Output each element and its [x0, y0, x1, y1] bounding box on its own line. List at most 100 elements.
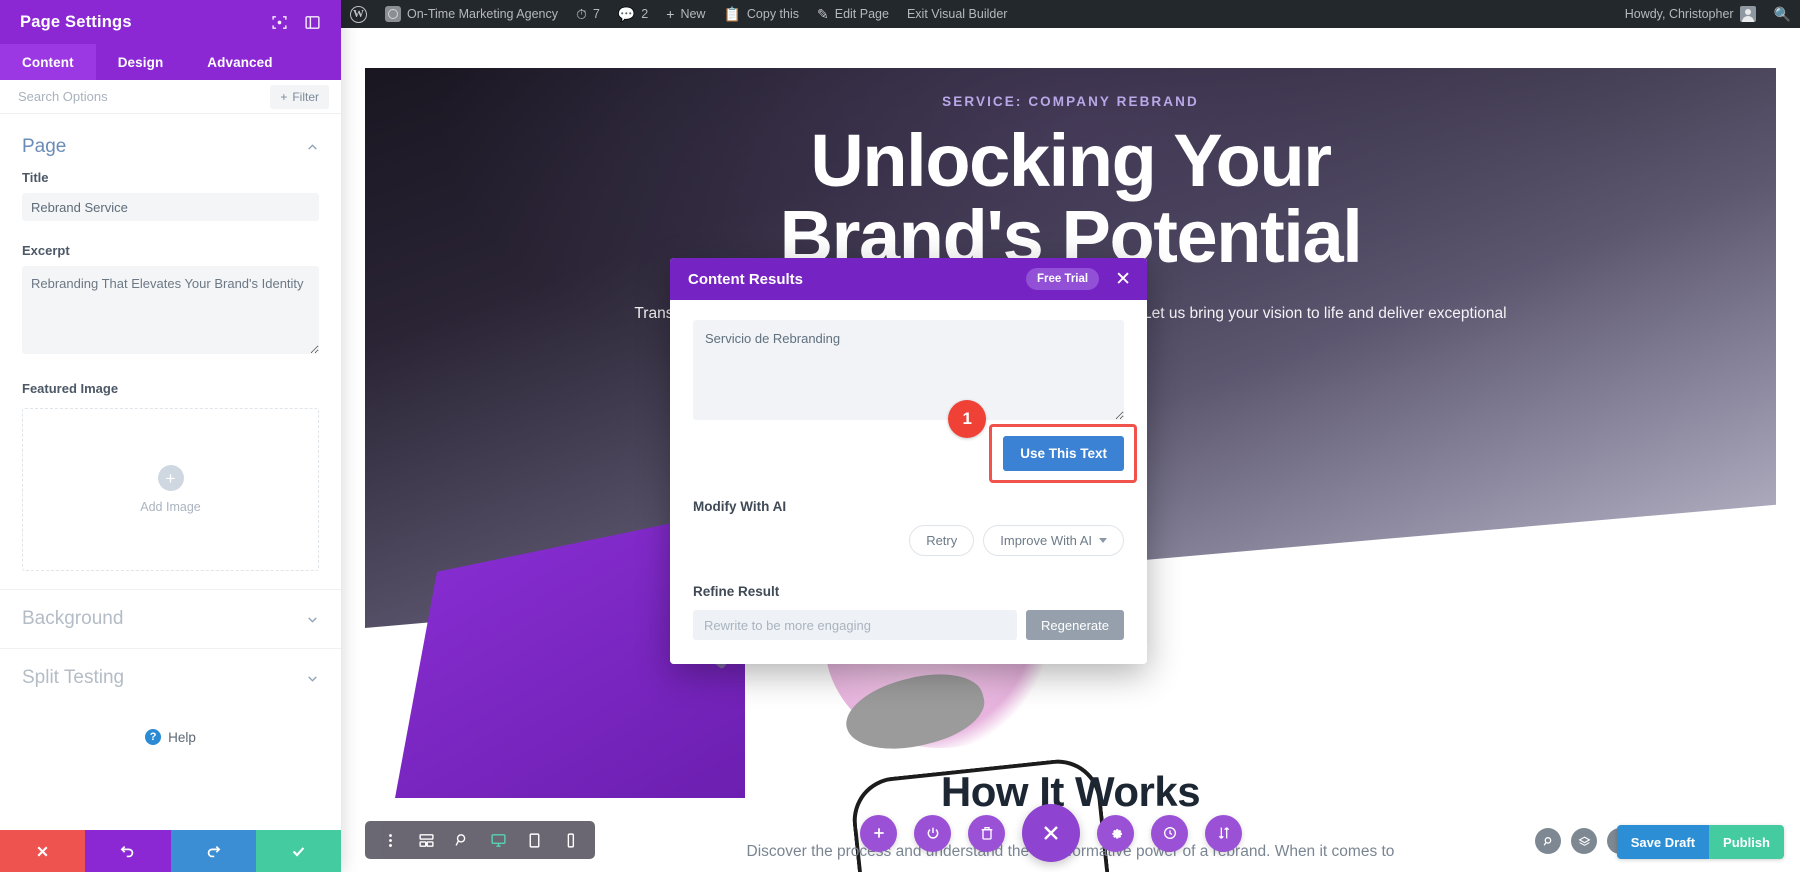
modal-body: 1 Use This Text Modify With AI Retry Imp…	[670, 300, 1147, 664]
add-section-button[interactable]	[860, 814, 897, 852]
save-button[interactable]	[255, 830, 341, 872]
site-icon	[385, 6, 401, 22]
clock-icon[interactable]	[1151, 814, 1188, 852]
help-link[interactable]: ? Help	[0, 707, 341, 745]
layers-icon[interactable]	[1571, 828, 1597, 854]
panel-layout-icon[interactable]	[304, 14, 321, 31]
discard-button[interactable]	[0, 830, 86, 872]
power-button[interactable]	[914, 814, 951, 852]
retry-label: Retry	[926, 533, 958, 548]
refine-row: Regenerate	[693, 610, 1124, 640]
dots-vertical-icon[interactable]	[373, 823, 407, 857]
settings-footer	[0, 830, 341, 872]
regenerate-button[interactable]: Regenerate	[1026, 610, 1124, 640]
close-menu-button[interactable]	[1022, 804, 1080, 862]
adminbar-new[interactable]: + New	[657, 0, 714, 28]
chevron-down-icon	[306, 672, 319, 685]
wireframe-icon[interactable]	[409, 823, 443, 857]
adminbar-howdy-label: Howdy, Christopher	[1624, 7, 1734, 21]
focus-frame-icon[interactable]	[271, 14, 288, 31]
redo-button[interactable]	[170, 830, 256, 872]
plus-icon: +	[666, 6, 675, 22]
section-page-header[interactable]: Page	[0, 114, 341, 170]
adminbar-site-name-label: On-Time Marketing Agency	[407, 7, 558, 21]
improve-with-ai-button[interactable]: Improve With AI	[983, 525, 1124, 556]
settings-header-icons	[271, 14, 321, 31]
accordion-split-testing-label: Split Testing	[22, 667, 125, 688]
chevron-down-icon	[306, 613, 319, 626]
modify-actions-row: Retry Improve With AI	[693, 525, 1124, 556]
question-icon: ?	[145, 729, 162, 745]
save-draft-button[interactable]: Save Draft	[1616, 825, 1710, 859]
wordpress-logo-icon: W	[350, 5, 367, 23]
undo-button[interactable]	[85, 830, 171, 872]
adminbar-search[interactable]: 🔍	[1765, 0, 1800, 28]
magnifier-icon[interactable]	[445, 823, 479, 857]
tab-design[interactable]: Design	[96, 44, 186, 80]
featured-image-dropzone[interactable]: + Add Image	[22, 408, 319, 571]
search-input[interactable]	[0, 89, 271, 104]
title-label: Title	[22, 170, 49, 185]
plus-icon: +	[157, 465, 184, 491]
adminbar-exit-visual-builder[interactable]: Exit Visual Builder	[898, 0, 1017, 28]
field-title: Title	[0, 170, 341, 225]
adminbar-edit-page-label: Edit Page	[834, 7, 889, 21]
search-icon[interactable]	[1535, 828, 1561, 854]
tab-advanced[interactable]: Advanced	[185, 44, 294, 80]
desktop-icon[interactable]	[481, 823, 515, 857]
filter-label: Filter	[292, 89, 319, 104]
plus-icon: +	[280, 89, 288, 104]
publish-button-group: Save Draft Publish	[1616, 825, 1784, 859]
title-input[interactable]	[22, 193, 319, 221]
hero-heading-line1: Unlocking Your	[810, 119, 1332, 202]
hero-eyebrow: SERVICE: COMPANY REBRAND	[942, 94, 1199, 109]
updates-icon: ⏱	[575, 6, 587, 22]
publish-button[interactable]: Publish	[1709, 825, 1784, 859]
modal-title: Content Results	[688, 270, 804, 288]
adminbar-copy-this-label: Copy this	[746, 7, 799, 21]
modify-with-ai-label: Modify With AI	[693, 499, 787, 514]
adminbar-copy-this[interactable]: 📋 Copy this	[714, 0, 808, 28]
copy-icon: 📋	[723, 6, 741, 22]
adminbar-updates[interactable]: ⏱ 7	[567, 0, 609, 28]
chevron-up-icon	[306, 141, 319, 154]
filter-button[interactable]: + Filter	[270, 84, 329, 109]
accordion-split-testing[interactable]: Split Testing	[0, 648, 341, 707]
adminbar-my-account[interactable]: Howdy, Christopher	[1616, 0, 1765, 28]
content-result-textarea[interactable]	[693, 320, 1124, 420]
use-this-text-button[interactable]: Use This Text	[1003, 436, 1124, 471]
adminbar-wp-logo[interactable]: W	[341, 0, 376, 28]
step-badge: 1	[948, 400, 987, 438]
settings-tabs: Content Design Advanced	[0, 44, 341, 80]
tab-content[interactable]: Content	[0, 44, 96, 80]
search-icon: 🔍	[1773, 6, 1791, 22]
adminbar-edit-page[interactable]: ✎ Edit Page	[808, 0, 898, 28]
adminbar-site-name[interactable]: On-Time Marketing Agency	[376, 0, 567, 28]
accordion-background-label: Background	[22, 608, 124, 629]
field-excerpt: Excerpt	[0, 243, 341, 363]
close-icon[interactable]: ✕	[1113, 270, 1133, 289]
retry-button[interactable]: Retry	[909, 525, 975, 556]
chevron-down-icon	[1099, 538, 1107, 543]
use-text-row: 1 Use This Text	[693, 400, 1137, 483]
free-trial-badge[interactable]: Free Trial	[1025, 268, 1100, 290]
avatar	[1739, 6, 1756, 22]
modal-header: Content Results Free Trial ✕	[670, 258, 1147, 300]
improve-label: Improve With AI	[1000, 533, 1092, 548]
trash-button[interactable]	[968, 814, 1005, 852]
excerpt-textarea[interactable]	[22, 266, 319, 354]
refine-input[interactable]	[693, 610, 1018, 640]
divi-action-buttons	[860, 804, 1242, 862]
gear-icon[interactable]	[1097, 814, 1134, 852]
accordion-background[interactable]: Background	[0, 589, 341, 648]
wp-admin-bar: W On-Time Marketing Agency ⏱ 7 💬 2 + New…	[341, 0, 1800, 28]
adminbar-exit-label: Exit Visual Builder	[906, 7, 1008, 21]
sort-arrows-icon[interactable]	[1205, 814, 1242, 852]
settings-body: Page Title Excerpt Featured Image + Ad	[0, 114, 341, 830]
phone-icon[interactable]	[553, 823, 587, 857]
tablet-icon[interactable]	[517, 823, 551, 857]
page-title: Page Settings	[20, 12, 132, 31]
adminbar-new-label: New	[680, 7, 706, 21]
adminbar-comments[interactable]: 💬 2	[609, 0, 657, 28]
